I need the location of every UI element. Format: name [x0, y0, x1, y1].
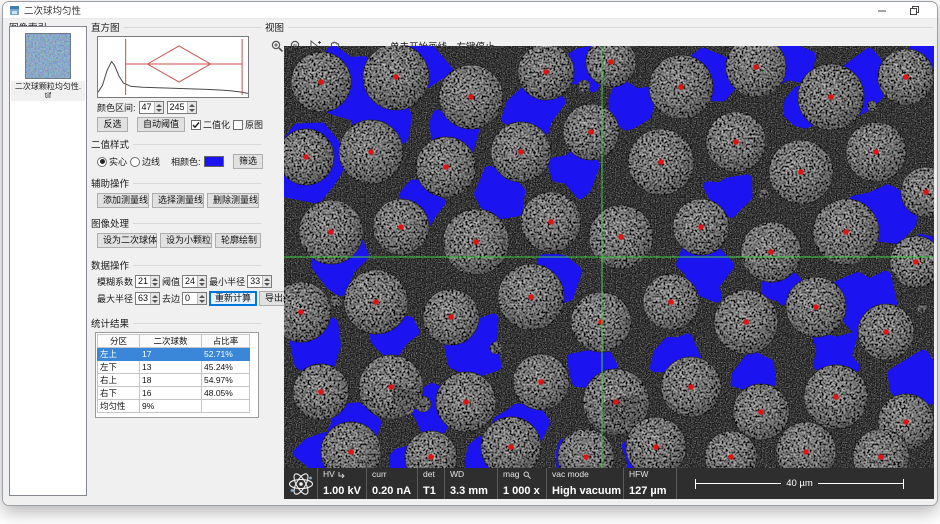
edge-remove-label: 去边 — [162, 292, 180, 305]
databar-hv: HV 1.00 kV — [317, 468, 366, 499]
blur-coef-label: 模糊系数 — [97, 275, 133, 288]
app-window: 二次球均匀性 图像索引 二次球颗粒均匀性.tif — [2, 1, 938, 506]
image-index-panel: 图像索引 二次球颗粒均匀性.tif — [9, 20, 87, 496]
original-image-checkbox[interactable]: 原图 — [233, 118, 263, 131]
threshold-low-spinner[interactable]: 47 — [139, 101, 164, 114]
min-radius-spinner[interactable]: 33 — [247, 275, 272, 288]
min-radius-label: 最小半径 — [209, 275, 245, 288]
databar-hfw: HFW 127 µm — [623, 468, 676, 499]
spinner-arrows[interactable] — [154, 102, 163, 113]
view-label: 视图 — [265, 20, 934, 34]
edge-radio[interactable]: 边线 — [130, 155, 160, 168]
color-range-label: 颜色区间: — [97, 101, 136, 114]
microscope-databar: HV 1.00 kV curr 0.20 nA det T1 WD 3.3 mm… — [284, 468, 934, 499]
set-secondary-sphere-button[interactable]: 设为二次球体 — [97, 233, 157, 248]
table-row[interactable]: 左下1345.24% — [98, 361, 250, 374]
databar-wd: WD 3.3 mm — [444, 468, 497, 499]
spinner-arrows[interactable] — [197, 293, 206, 304]
minimize-button[interactable] — [873, 3, 891, 17]
phase-color-label: 相颜色: — [171, 155, 201, 168]
solid-radio[interactable]: 实心 — [97, 155, 127, 168]
sem-image-viewport[interactable]: HV 1.00 kV curr 0.20 nA det T1 WD 3.3 mm… — [284, 46, 934, 499]
spinner-arrows[interactable] — [150, 293, 159, 304]
spinner-arrows[interactable] — [262, 276, 271, 287]
image-proc-label: 图像处理 — [91, 216, 263, 230]
zoom-in-icon[interactable] — [270, 39, 285, 54]
threshold-spinner[interactable]: 24 — [182, 275, 207, 288]
title-bar[interactable]: 二次球均匀性 — [3, 2, 937, 19]
threshold-label: 阈值 — [162, 275, 180, 288]
table-row[interactable]: 均匀性9% — [98, 400, 250, 413]
hv-icon — [338, 471, 345, 478]
contour-draw-button[interactable]: 轮廓绘制 — [215, 233, 261, 248]
filter-button[interactable]: 筛选 — [233, 154, 263, 169]
select-measure-line-button[interactable]: 选择测量线 — [152, 193, 204, 208]
microscope-logo-icon — [284, 468, 317, 499]
app-icon — [9, 5, 20, 16]
spinner-arrows[interactable] — [187, 102, 196, 113]
binary-style-label: 二值样式 — [91, 137, 263, 151]
max-radius-label: 最大半径 — [97, 292, 133, 305]
spinner-arrows[interactable] — [197, 276, 206, 287]
max-radius-spinner[interactable]: 63 — [135, 292, 160, 305]
restore-button[interactable] — [905, 3, 923, 17]
window-title: 二次球均匀性 — [24, 3, 81, 17]
controls-panel: 直方图 颜色区间: 47 245 反选 自动阈值 二值化 原图 二值样式 实心 … — [91, 20, 263, 418]
table-row[interactable]: 左上1752.71% — [98, 348, 250, 361]
table-header-row: 分区 二次球数 占比率 — [98, 335, 250, 348]
databar-curr: curr 0.20 nA — [366, 468, 417, 499]
invert-button[interactable]: 反选 — [97, 117, 128, 132]
sem-image[interactable] — [284, 46, 934, 468]
aux-ops-label: 辅助操作 — [91, 176, 263, 190]
delete-measure-line-button[interactable]: 删除测量线 — [207, 193, 259, 208]
binarize-checkbox[interactable]: 二值化 — [191, 118, 230, 131]
mag-icon — [523, 471, 531, 479]
add-measure-line-button[interactable]: 添加测量线 — [97, 193, 149, 208]
spinner-arrows[interactable] — [150, 276, 159, 287]
stats-label: 统计结果 — [91, 316, 263, 330]
edge-remove-spinner[interactable]: 0 — [182, 292, 207, 305]
histogram-widget[interactable] — [97, 36, 249, 98]
table-row[interactable]: 右下1648.05% — [98, 387, 250, 400]
scale-bar: 40 µm — [676, 468, 934, 499]
image-list-item[interactable]: 二次球颗粒均匀性.tif — [10, 27, 86, 101]
databar-vac-mode: vac mode High vacuum — [546, 468, 623, 499]
histogram-section-label: 直方图 — [91, 20, 263, 34]
image-list[interactable]: 二次球颗粒均匀性.tif — [9, 26, 87, 496]
phase-color-swatch[interactable] — [204, 156, 224, 167]
stats-table: 分区 二次球数 占比率 左上1752.71% 左下1345.24% 右上1854… — [95, 332, 259, 418]
image-filename: 二次球颗粒均匀性.tif — [11, 81, 85, 101]
set-small-particle-button[interactable]: 设为小颗粒 — [160, 233, 212, 248]
databar-det: det T1 — [417, 468, 444, 499]
table-row[interactable]: 右上1854.97% — [98, 374, 250, 387]
scale-bar-label: 40 µm — [786, 479, 813, 489]
recalculate-button[interactable]: 重新计算 — [209, 291, 257, 306]
data-ops-label: 数据操作 — [91, 258, 263, 272]
databar-mag: mag 1 000 x — [497, 468, 546, 499]
threshold-high-spinner[interactable]: 245 — [167, 101, 197, 114]
image-thumbnail[interactable] — [25, 33, 71, 79]
auto-threshold-button[interactable]: 自动阈值 — [137, 117, 185, 132]
main-content: 图像索引 二次球颗粒均匀性.tif 直方图 颜色区间: — [3, 19, 937, 505]
blur-coef-spinner[interactable]: 21 — [135, 275, 160, 288]
